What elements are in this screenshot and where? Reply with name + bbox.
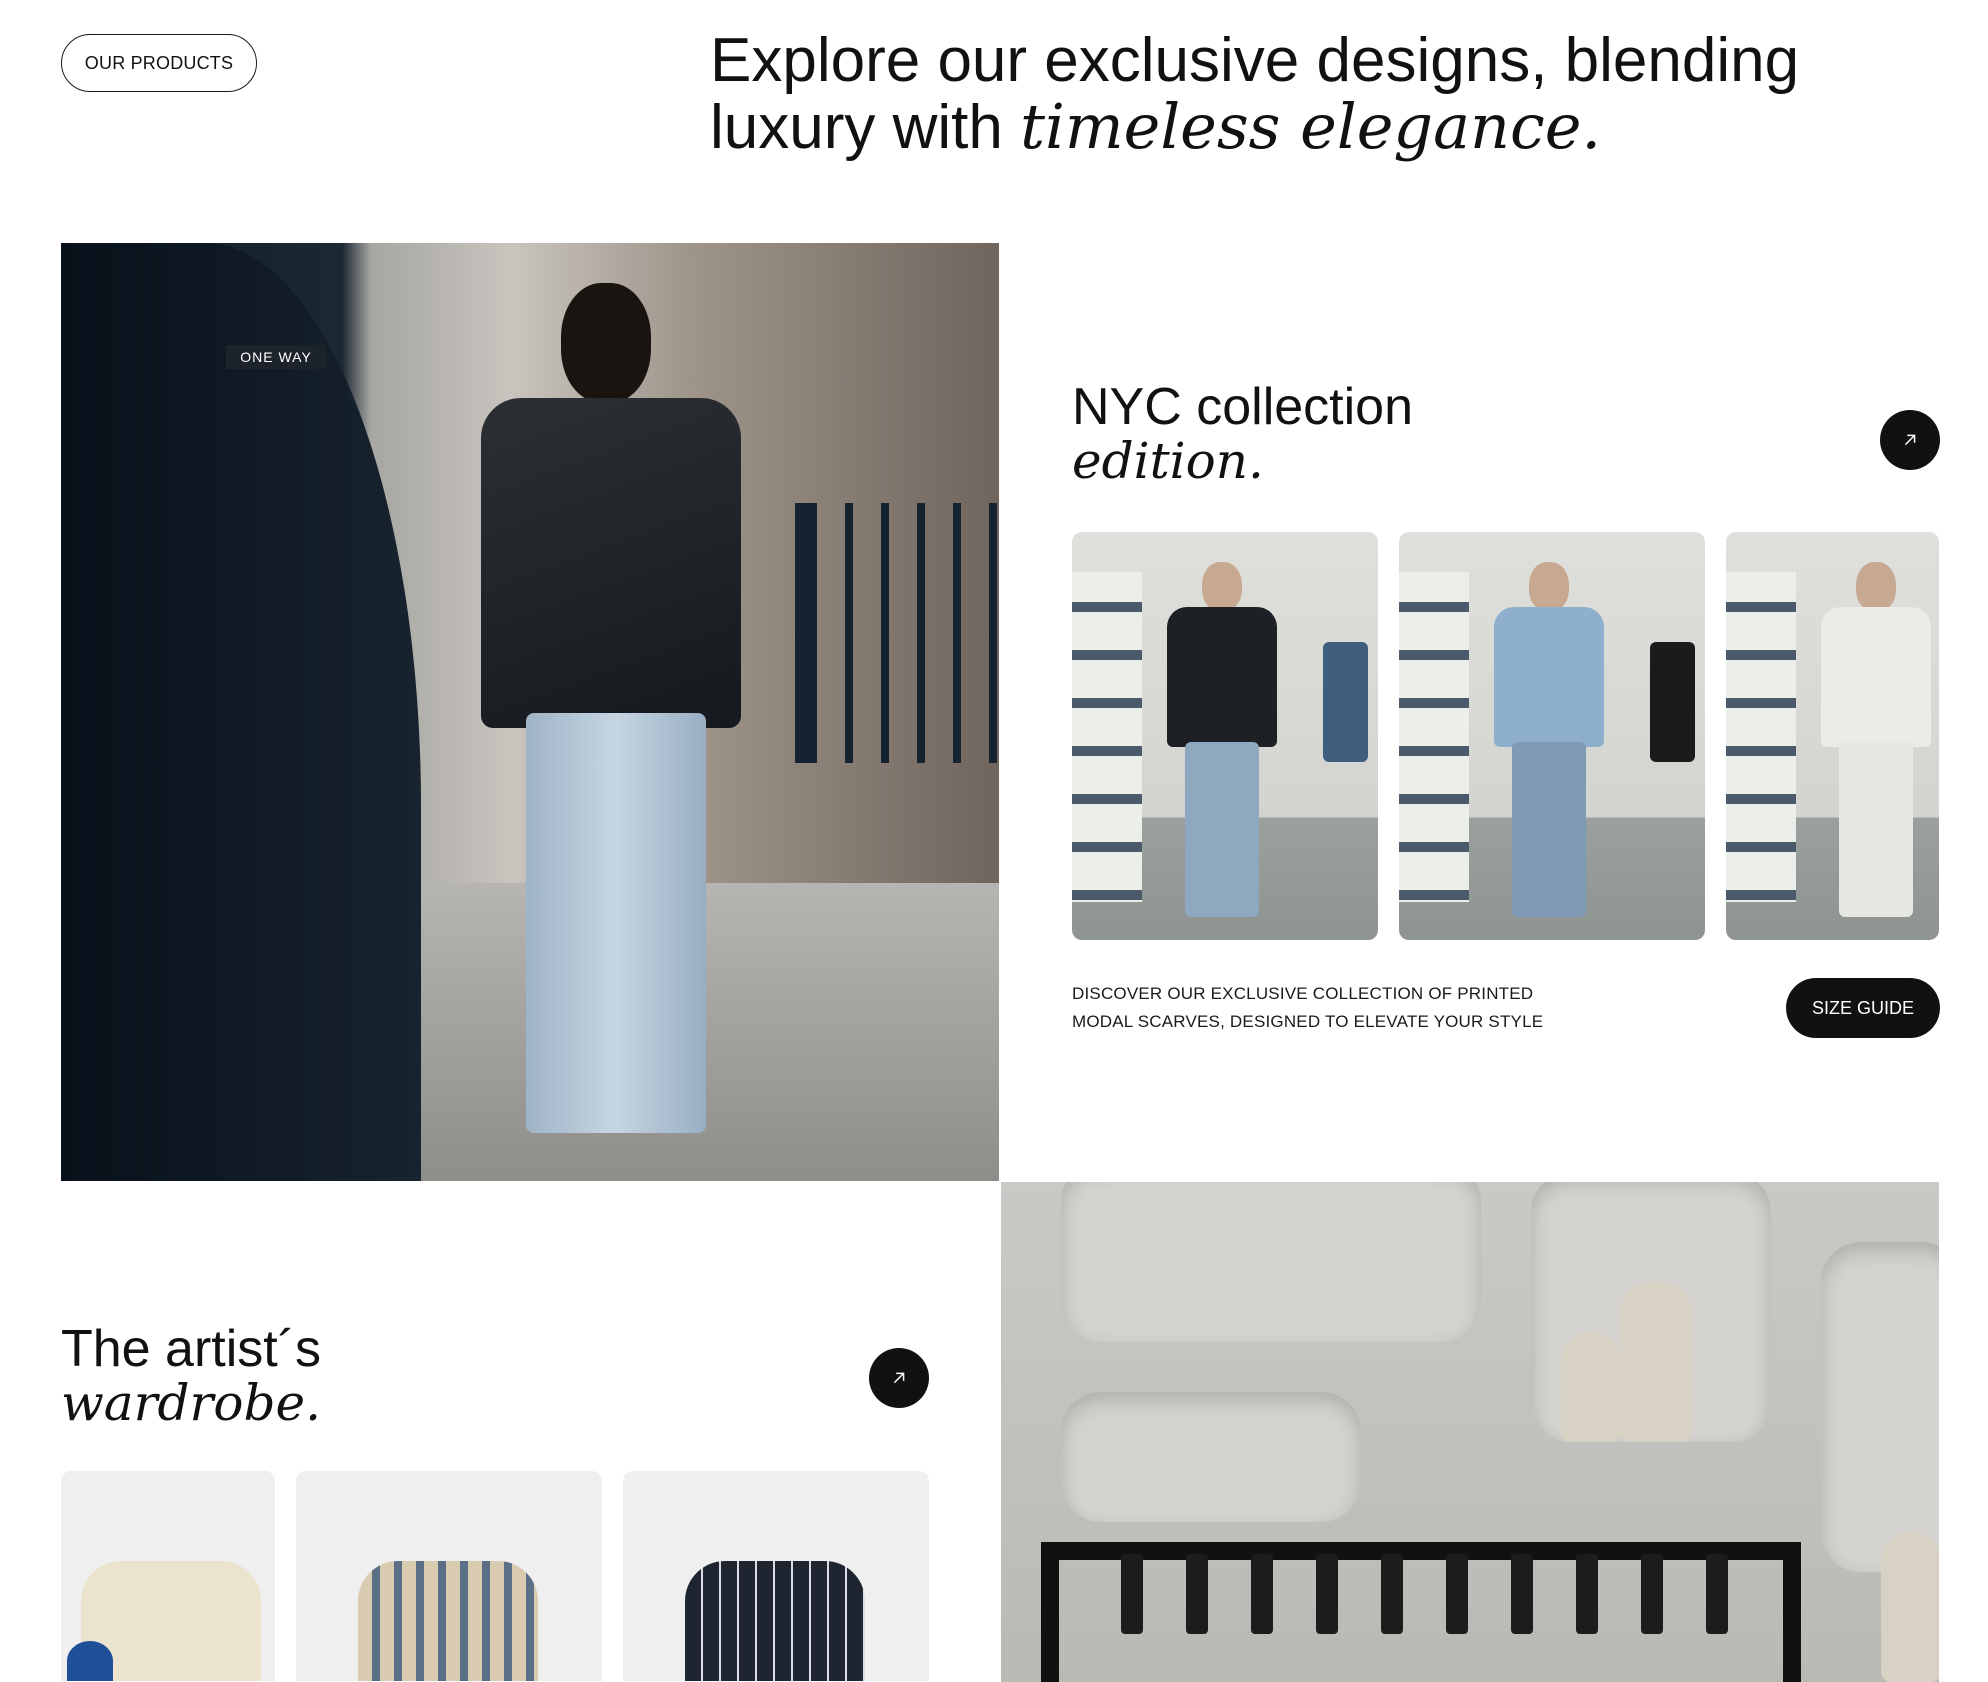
showroom-photo	[1001, 1182, 1939, 1682]
leather-jacket	[481, 398, 741, 728]
wardrobe-product-card[interactable]	[296, 1471, 602, 1681]
card-hanging-garment	[1323, 642, 1368, 762]
card-model-head	[1529, 562, 1569, 612]
arrow-up-right-icon	[893, 1372, 905, 1384]
vase	[1621, 1282, 1691, 1442]
card-model-legs	[1839, 742, 1913, 917]
rack-clip	[1446, 1554, 1468, 1634]
card-model-legs	[1512, 742, 1586, 917]
card-wall	[1399, 572, 1469, 902]
rack-clip	[1706, 1554, 1728, 1634]
card-model-top	[1167, 607, 1277, 747]
card-hanging-garment	[1650, 642, 1695, 762]
description-line-2: MODAL SCARVES, DESIGNED TO ELEVATE YOUR …	[1072, 1012, 1544, 1031]
rack-clip	[1251, 1554, 1273, 1634]
card-model-legs	[1185, 742, 1259, 917]
light-jeans	[526, 713, 706, 1133]
arrow-up-right-icon	[1904, 434, 1916, 446]
headline-italic: timeless elegance.	[1020, 90, 1602, 163]
rack-leg	[1783, 1542, 1801, 1682]
collection-card[interactable]	[1726, 532, 1939, 940]
card-wall	[1072, 572, 1142, 902]
model-head	[561, 283, 651, 403]
street-sign: ONE WAY	[226, 345, 326, 369]
headline-line-2: luxury with	[710, 93, 1021, 162]
wall-niche	[1061, 1392, 1361, 1522]
hero-photo: ONE WAY	[61, 243, 999, 1181]
card-wall	[1726, 572, 1796, 902]
clothing-rack	[1041, 1542, 1801, 1560]
wardrobe-title-italic: wardrobe.	[61, 1374, 322, 1432]
our-products-button[interactable]: OUR PRODUCTS	[61, 34, 257, 92]
wardrobe-title: The artist´s wardrobe.	[61, 1322, 321, 1430]
size-guide-button[interactable]: SIZE GUIDE	[1786, 978, 1940, 1038]
subway-railing	[795, 503, 999, 763]
rack-clip	[1121, 1554, 1143, 1634]
card-model-head	[1856, 562, 1896, 612]
foreground-person	[61, 243, 421, 1181]
rack-clip	[1316, 1554, 1338, 1634]
card-model	[1167, 562, 1277, 922]
rack-clip	[1511, 1554, 1533, 1634]
rack-clip	[1381, 1554, 1403, 1634]
wardrobe-arrow-button[interactable]	[869, 1348, 929, 1408]
collection-title-italic: edition.	[1072, 432, 1264, 490]
collection-description: DISCOVER OUR EXCLUSIVE COLLECTION OF PRI…	[1072, 980, 1572, 1036]
wall-niche	[1821, 1242, 1939, 1572]
card-model-top	[1821, 607, 1931, 747]
rack-clip	[1186, 1554, 1208, 1634]
collection-card[interactable]	[1399, 532, 1705, 940]
collection-title-text: NYC collection	[1072, 378, 1414, 436]
card-model	[1821, 562, 1931, 922]
shirt-image	[685, 1561, 865, 1681]
card-model-head	[1202, 562, 1242, 612]
rack-clip	[1576, 1554, 1598, 1634]
model-figure	[461, 283, 761, 1163]
page-headline: Explore our exclusive designs, blending …	[710, 28, 1950, 161]
wardrobe-product-card[interactable]	[61, 1471, 275, 1681]
collection-arrow-button[interactable]	[1880, 410, 1940, 470]
collection-title: NYC collection edition.	[1072, 380, 1413, 488]
wall-niche	[1061, 1182, 1481, 1342]
collection-card[interactable]	[1072, 532, 1378, 940]
wardrobe-title-text: The artist´s	[61, 1320, 322, 1378]
vase	[1561, 1332, 1621, 1442]
shirt-image	[358, 1561, 538, 1681]
flower-print	[67, 1641, 113, 1681]
card-model-top	[1494, 607, 1604, 747]
rack-leg	[1041, 1542, 1059, 1682]
vase	[1881, 1532, 1939, 1682]
wardrobe-product-card[interactable]	[623, 1471, 929, 1681]
headline-line-1: Explore our exclusive designs, blending	[710, 26, 1800, 95]
description-line-1: DISCOVER OUR EXCLUSIVE COLLECTION OF PRI…	[1072, 984, 1534, 1003]
rack-clip	[1641, 1554, 1663, 1634]
card-model	[1494, 562, 1604, 922]
street-sign-text: ONE WAY	[240, 349, 312, 365]
